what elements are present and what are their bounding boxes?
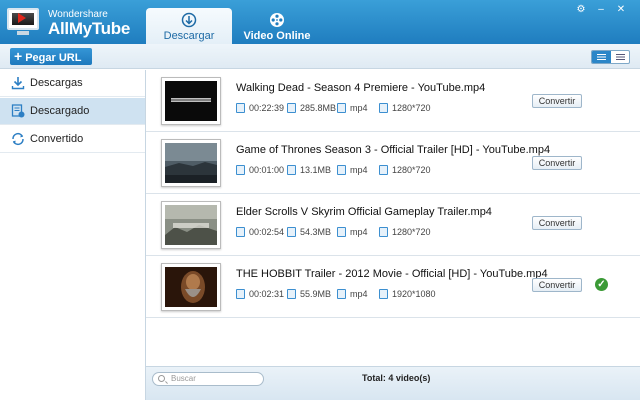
list-icon xyxy=(616,54,625,60)
detail-list-icon xyxy=(597,54,606,60)
format-icon xyxy=(337,289,346,299)
video-thumbnail xyxy=(161,201,221,249)
video-duration: 00:02:31 xyxy=(236,288,284,300)
tab-descargar[interactable]: Descargar xyxy=(146,8,232,44)
minimize-icon[interactable]: – xyxy=(595,4,607,16)
toolbar: + Pegar URL xyxy=(0,44,640,69)
clock-icon xyxy=(236,289,245,299)
video-title: Elder Scrolls V Skyrim Official Gameplay… xyxy=(236,206,492,218)
video-resolution: 1920*1080 xyxy=(379,288,436,300)
video-format: mp4 xyxy=(337,288,368,300)
skyrim-thumbnail-image xyxy=(165,205,217,245)
hobbit-thumbnail-image xyxy=(165,267,217,307)
format-icon xyxy=(337,103,346,113)
walking-dead-thumbnail-image xyxy=(165,81,217,121)
sidebar-item-label: Descargas xyxy=(30,77,83,89)
video-size: 285.8MB xyxy=(287,102,336,114)
download-icon xyxy=(11,77,25,90)
video-title: THE HOBBIT Trailer - 2012 Movie - Offici… xyxy=(236,268,548,280)
list-item[interactable]: Elder Scrolls V Skyrim Official Gameplay… xyxy=(146,195,640,256)
list-item[interactable]: Game of Thrones Season 3 - Official Trai… xyxy=(146,133,640,194)
list-view-button[interactable] xyxy=(611,51,629,63)
game-of-thrones-thumbnail-image xyxy=(165,143,217,183)
app-header: Wondershare AllMyTube Descargar Video On… xyxy=(0,0,640,44)
list-item[interactable]: Walking Dead - Season 4 Premiere - YouTu… xyxy=(146,71,640,132)
sidebar-item-label: Convertido xyxy=(30,133,84,145)
resolution-icon xyxy=(379,103,388,113)
video-title: Walking Dead - Season 4 Premiere - YouTu… xyxy=(236,82,486,94)
video-thumbnail xyxy=(161,263,221,311)
paste-url-label: Pegar URL xyxy=(25,52,82,64)
video-size: 55.9MB xyxy=(287,288,331,300)
format-icon xyxy=(337,227,346,237)
video-format: mp4 xyxy=(337,226,368,238)
download-circle-icon xyxy=(181,12,197,28)
film-reel-icon xyxy=(270,13,284,27)
video-resolution: 1280*720 xyxy=(379,164,431,176)
list-item[interactable]: THE HOBBIT Trailer - 2012 Movie - Offici… xyxy=(146,257,640,318)
sidebar-item-convertido[interactable]: Convertido xyxy=(0,126,145,153)
clock-icon xyxy=(236,165,245,175)
file-size-icon xyxy=(287,103,296,113)
convert-button[interactable]: Convertir xyxy=(532,94,582,108)
video-format: mp4 xyxy=(337,164,368,176)
resolution-icon xyxy=(379,165,388,175)
video-resolution: 1280*720 xyxy=(379,102,431,114)
sidebar: Descargas Descargado Convertido xyxy=(0,70,146,400)
sidebar-item-descargado[interactable]: Descargado xyxy=(0,98,145,125)
video-duration: 00:02:54 xyxy=(236,226,284,238)
detail-view-button[interactable] xyxy=(592,51,611,63)
video-duration: 00:01:00 xyxy=(236,164,284,176)
sidebar-item-descargas[interactable]: Descargas xyxy=(0,70,145,97)
status-bar: Buscar Total: 4 video(s) xyxy=(146,366,640,400)
format-icon xyxy=(337,165,346,175)
tab-video-online[interactable]: Video Online xyxy=(234,8,320,44)
app-logo-icon xyxy=(4,6,42,38)
sidebar-item-label: Descargado xyxy=(30,105,90,117)
video-thumbnail xyxy=(161,77,221,125)
search-placeholder: Buscar xyxy=(171,374,196,383)
file-size-icon xyxy=(287,289,296,299)
tab-label: Descargar xyxy=(163,30,215,42)
convert-button[interactable]: Convertir xyxy=(532,156,582,170)
clock-icon xyxy=(236,227,245,237)
close-icon[interactable]: ✕ xyxy=(615,4,627,16)
file-size-icon xyxy=(287,165,296,175)
search-input[interactable]: Buscar xyxy=(152,372,264,386)
plus-icon: + xyxy=(14,48,23,64)
clock-icon xyxy=(236,103,245,113)
sidebar-footer xyxy=(0,366,146,400)
paste-url-button[interactable]: + Pegar URL xyxy=(10,48,92,65)
file-size-icon xyxy=(287,227,296,237)
convert-button[interactable]: Convertir xyxy=(532,278,582,292)
video-size: 13.1MB xyxy=(287,164,331,176)
video-duration: 00:22:39 xyxy=(236,102,284,114)
video-count: Total: 4 video(s) xyxy=(362,373,431,383)
video-list: Walking Dead - Season 4 Premiere - YouTu… xyxy=(146,70,640,366)
video-title: Game of Thrones Season 3 - Official Trai… xyxy=(236,144,551,156)
video-resolution: 1280*720 xyxy=(379,226,431,238)
converted-check-icon: ✓ xyxy=(595,278,608,291)
view-toggle xyxy=(591,50,630,64)
convert-button[interactable]: Convertir xyxy=(532,216,582,230)
downloaded-icon xyxy=(11,104,25,118)
search-icon xyxy=(158,375,165,382)
video-thumbnail xyxy=(161,139,221,187)
video-size: 54.3MB xyxy=(287,226,331,238)
converted-icon xyxy=(12,132,24,146)
tab-label: Video Online xyxy=(243,30,311,42)
brand-name: AllMyTube xyxy=(48,19,130,38)
resolution-icon xyxy=(379,289,388,299)
video-format: mp4 xyxy=(337,102,368,114)
resolution-icon xyxy=(379,227,388,237)
settings-icon[interactable]: ⚙ xyxy=(575,4,587,16)
